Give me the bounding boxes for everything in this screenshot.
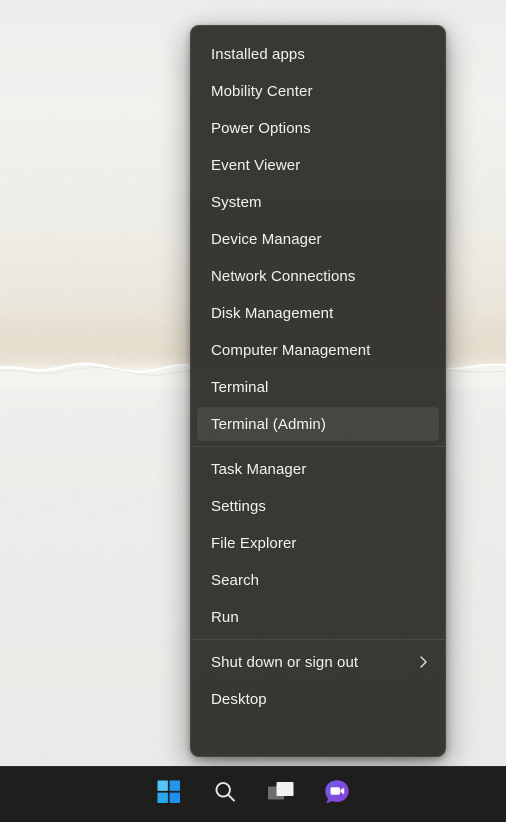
menu-item-label: Task Manager — [211, 460, 307, 478]
chevron-right-icon — [418, 655, 429, 669]
menu-item-label: Mobility Center — [211, 82, 313, 100]
menu-separator — [191, 446, 445, 447]
menu-item-label: Settings — [211, 497, 266, 515]
menu-item-mobility-center[interactable]: Mobility Center — [197, 74, 439, 108]
menu-separator — [191, 639, 445, 640]
menu-item-label: Search — [211, 571, 260, 589]
menu-item-label: Network Connections — [211, 267, 356, 285]
menu-item-power-options[interactable]: Power Options — [197, 111, 439, 145]
menu-group-apps: Task Manager Settings File Explorer Sear… — [191, 452, 445, 634]
menu-item-label: Run — [211, 608, 239, 626]
taskbar-task-view-button[interactable] — [261, 775, 301, 815]
search-icon — [212, 779, 238, 810]
menu-item-event-viewer[interactable]: Event Viewer — [197, 148, 439, 182]
menu-item-desktop[interactable]: Desktop — [197, 682, 439, 716]
menu-item-label: Installed apps — [211, 45, 305, 63]
menu-item-label: Terminal (Admin) — [211, 415, 326, 433]
menu-item-terminal-admin[interactable]: Terminal (Admin) — [197, 407, 439, 441]
menu-item-search[interactable]: Search — [197, 563, 439, 597]
menu-item-network-connections[interactable]: Network Connections — [197, 259, 439, 293]
menu-item-label: System — [211, 193, 262, 211]
menu-item-label: Computer Management — [211, 341, 371, 359]
menu-item-installed-apps[interactable]: Installed apps — [197, 37, 439, 71]
menu-item-label: File Explorer — [211, 534, 297, 552]
menu-item-shut-down-or-sign-out[interactable]: Shut down or sign out — [197, 645, 439, 679]
menu-item-label: Power Options — [211, 119, 311, 137]
menu-item-settings[interactable]: Settings — [197, 489, 439, 523]
chat-teams-icon — [323, 778, 351, 811]
win-x-quick-link-menu[interactable]: Installed apps Mobility Center Power Opt… — [190, 25, 446, 757]
menu-item-label: Device Manager — [211, 230, 322, 248]
taskbar-start-button[interactable] — [149, 775, 189, 815]
menu-item-run[interactable]: Run — [197, 600, 439, 634]
menu-item-file-explorer[interactable]: File Explorer — [197, 526, 439, 560]
menu-item-device-manager[interactable]: Device Manager — [197, 222, 439, 256]
desktop-screen: Installed apps Mobility Center Power Opt… — [0, 0, 506, 822]
menu-item-label: Event Viewer — [211, 156, 301, 174]
menu-group-session: Shut down or sign out Desktop — [191, 645, 445, 716]
menu-item-task-manager[interactable]: Task Manager — [197, 452, 439, 486]
menu-group-system-tools: Installed apps Mobility Center Power Opt… — [191, 37, 445, 441]
menu-item-label: Terminal — [211, 378, 269, 396]
taskbar-search-button[interactable] — [205, 775, 245, 815]
menu-item-computer-management[interactable]: Computer Management — [197, 333, 439, 367]
menu-item-label: Disk Management — [211, 304, 334, 322]
menu-item-system[interactable]: System — [197, 185, 439, 219]
taskbar-chat-button[interactable] — [317, 775, 357, 815]
task-view-icon — [267, 780, 295, 809]
menu-item-label: Shut down or sign out — [211, 653, 359, 671]
taskbar — [0, 766, 506, 822]
menu-item-label: Desktop — [211, 690, 267, 708]
windows-start-icon — [157, 780, 181, 809]
menu-item-disk-management[interactable]: Disk Management — [197, 296, 439, 330]
menu-item-terminal[interactable]: Terminal — [197, 370, 439, 404]
